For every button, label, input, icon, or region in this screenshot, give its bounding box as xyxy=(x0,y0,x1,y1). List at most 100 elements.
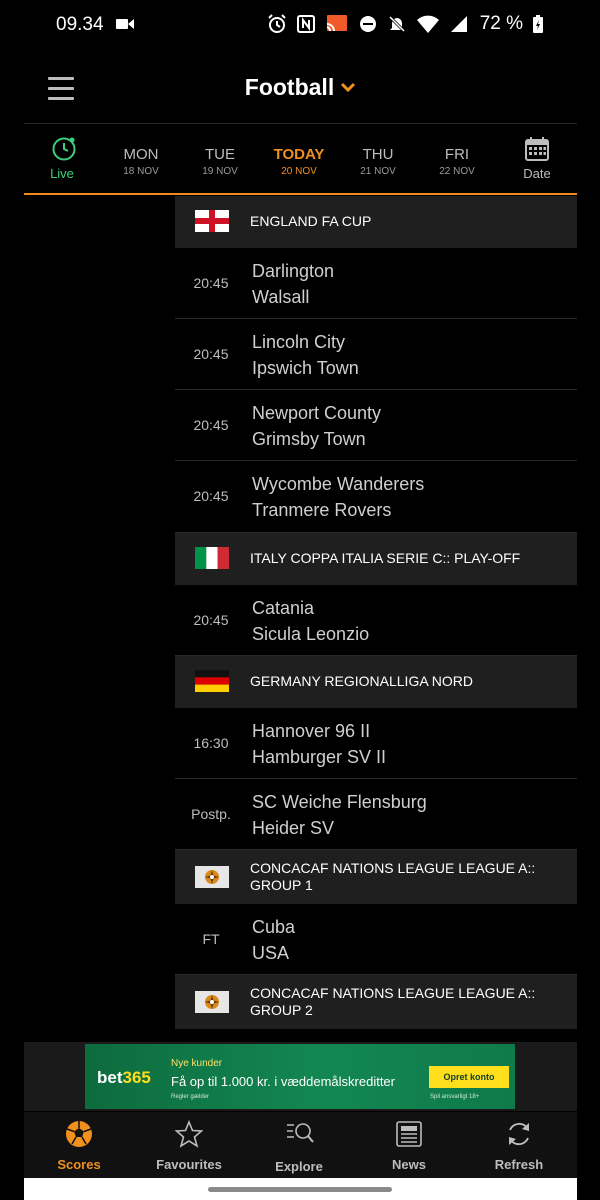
match-time: 20:45 xyxy=(193,612,229,628)
match-time: 20:45 xyxy=(193,488,229,504)
match-row[interactable]: 20:45 Darlington Walsall xyxy=(175,248,577,319)
concacaf-logo-icon xyxy=(195,866,229,888)
bottom-nav: Scores Favourites Explore News Refresh xyxy=(24,1112,577,1178)
nav-label: Explore xyxy=(275,1159,323,1174)
away-team: Walsall xyxy=(252,287,310,307)
italy-flag-icon xyxy=(195,547,229,569)
league-name: ITALY COPPA ITALIA SERIE C:: PLAY-OFF xyxy=(250,550,521,566)
live-label: Live xyxy=(50,166,74,181)
day-name: MON xyxy=(123,146,159,163)
alarm-icon xyxy=(267,14,286,33)
app-header: Football xyxy=(24,60,577,124)
ad-banner[interactable]: bet365 Nye kunder Få op til 1.000 kr. i … xyxy=(85,1044,515,1109)
day-tab-tue[interactable]: TUE 19 NOV xyxy=(184,125,256,193)
soccer-ball-icon xyxy=(66,1121,92,1147)
england-flag-icon xyxy=(195,210,229,232)
day-name: FRI xyxy=(444,146,470,163)
nav-label: Scores xyxy=(57,1157,101,1172)
brand-text-accent: 365 xyxy=(122,1068,151,1087)
match-row[interactable]: 20:45 Lincoln City Ipswich Town xyxy=(175,319,577,390)
concacaf-logo-icon xyxy=(195,991,229,1013)
day-date: 19 NOV xyxy=(202,166,238,177)
cast-icon xyxy=(326,15,347,32)
chevron-down-icon xyxy=(341,82,356,93)
league-name: CONCACAF NATIONS LEAGUE LEAGUE A:: GROUP… xyxy=(250,985,536,1018)
cell-signal-icon xyxy=(450,16,467,32)
status-bar: 09.34 72 % xyxy=(0,0,600,50)
battery-percent: 72 % xyxy=(479,13,523,34)
ad-rules: Regler gælder xyxy=(171,1094,210,1100)
nav-scores[interactable]: Scores xyxy=(24,1112,134,1178)
match-row[interactable]: 20:45 Wycombe Wanderers Tranmere Rovers xyxy=(175,461,577,533)
league-header[interactable]: ITALY COPPA ITALIA SERIE C:: PLAY-OFF xyxy=(175,533,577,585)
day-tab-today[interactable]: TODAY 20 NOV xyxy=(263,125,335,193)
do-not-disturb-icon xyxy=(359,16,376,32)
day-tab-thu[interactable]: THU 21 NOV xyxy=(342,125,414,193)
home-team: Darlington xyxy=(252,261,335,281)
match-list: ENGLAND FA CUP 20:45 Darlington Walsall … xyxy=(175,196,577,1029)
ad-cta-button[interactable]: Opret konto xyxy=(429,1066,509,1088)
home-team: SC Weiche Flensburg xyxy=(252,792,427,812)
date-picker-label[interactable]: Date xyxy=(499,166,575,181)
nav-news[interactable]: News xyxy=(354,1112,464,1178)
match-time: Postp. xyxy=(191,806,231,822)
home-gesture-handle[interactable] xyxy=(208,1187,392,1192)
live-clock-icon xyxy=(52,137,76,161)
day-name: TUE xyxy=(205,146,235,163)
status-time: 09.34 xyxy=(56,14,104,35)
league-name: GERMANY REGIONALLIGA NORD xyxy=(250,673,474,689)
bet365-logo: bet365 xyxy=(97,1068,151,1088)
away-team: Grimsby Town xyxy=(252,429,366,449)
wifi-icon xyxy=(416,15,439,33)
refresh-icon xyxy=(509,1122,529,1146)
germany-flag-icon xyxy=(195,670,229,692)
page-title: Football xyxy=(244,74,335,100)
ad-responsible: Spil ansvarligt 18+ xyxy=(430,1094,480,1100)
league-header[interactable]: CONCACAF NATIONS LEAGUE LEAGUE A:: GROUP… xyxy=(175,975,577,1029)
video-camera-icon xyxy=(116,19,134,29)
nav-favourites[interactable]: Favourites xyxy=(134,1112,244,1178)
match-time: 16:30 xyxy=(193,735,229,751)
battery-charging-icon xyxy=(533,15,543,33)
day-date: 22 NOV xyxy=(439,166,475,177)
nav-refresh[interactable]: Refresh xyxy=(464,1112,574,1178)
sport-selector[interactable]: Football xyxy=(24,74,577,101)
match-row[interactable]: 20:45 Newport County Grimsby Town xyxy=(175,390,577,461)
day-date: 21 NOV xyxy=(360,166,396,177)
home-team: Lincoln City xyxy=(252,332,346,352)
star-icon xyxy=(175,1120,203,1148)
date-bar: Live MON 18 NOV TUE 19 NOV TODAY 20 NOV … xyxy=(24,125,577,195)
league-header[interactable]: ENGLAND FA CUP xyxy=(175,196,577,248)
match-time: 20:45 xyxy=(193,275,229,291)
calendar-icon[interactable] xyxy=(524,136,550,162)
home-team: Newport County xyxy=(252,403,382,423)
nav-explore[interactable]: Explore xyxy=(244,1112,354,1178)
notifications-off-icon xyxy=(387,14,406,34)
match-row[interactable]: Postp. SC Weiche Flensburg Heider SV xyxy=(175,779,577,850)
away-team: Sicula Leonzio xyxy=(252,624,370,644)
match-time: 20:45 xyxy=(193,417,229,433)
match-row[interactable]: 20:45 Catania Sicula Leonzio xyxy=(175,585,577,656)
match-row[interactable]: FT Cuba USA xyxy=(175,904,577,975)
nav-label: Favourites xyxy=(156,1157,222,1172)
away-team: Heider SV xyxy=(252,818,335,838)
away-team: Tranmere Rovers xyxy=(252,500,392,520)
nav-label: News xyxy=(392,1157,426,1172)
away-team: USA xyxy=(252,943,290,963)
live-tab[interactable]: Live xyxy=(26,125,98,193)
day-date: 18 NOV xyxy=(123,166,159,177)
day-tab-fri[interactable]: FRI 22 NOV xyxy=(421,125,493,193)
league-name: CONCACAF NATIONS LEAGUE LEAGUE A:: GROUP… xyxy=(250,860,536,893)
ad-container: bet365 Nye kunder Få op til 1.000 kr. i … xyxy=(24,1042,577,1111)
match-time: FT xyxy=(202,931,220,947)
nav-label: Refresh xyxy=(494,1157,544,1172)
home-team: Cuba xyxy=(252,917,296,937)
league-header[interactable]: CONCACAF NATIONS LEAGUE LEAGUE A:: GROUP… xyxy=(175,850,577,904)
newspaper-icon xyxy=(396,1121,422,1147)
league-header[interactable]: GERMANY REGIONALLIGA NORD xyxy=(175,656,577,708)
nfc-icon xyxy=(296,15,315,33)
day-tab-mon[interactable]: MON 18 NOV xyxy=(105,125,177,193)
day-name: THU xyxy=(362,146,394,163)
match-row[interactable]: 16:30 Hannover 96 II Hamburger SV II xyxy=(175,708,577,779)
day-name: TODAY xyxy=(273,146,325,163)
